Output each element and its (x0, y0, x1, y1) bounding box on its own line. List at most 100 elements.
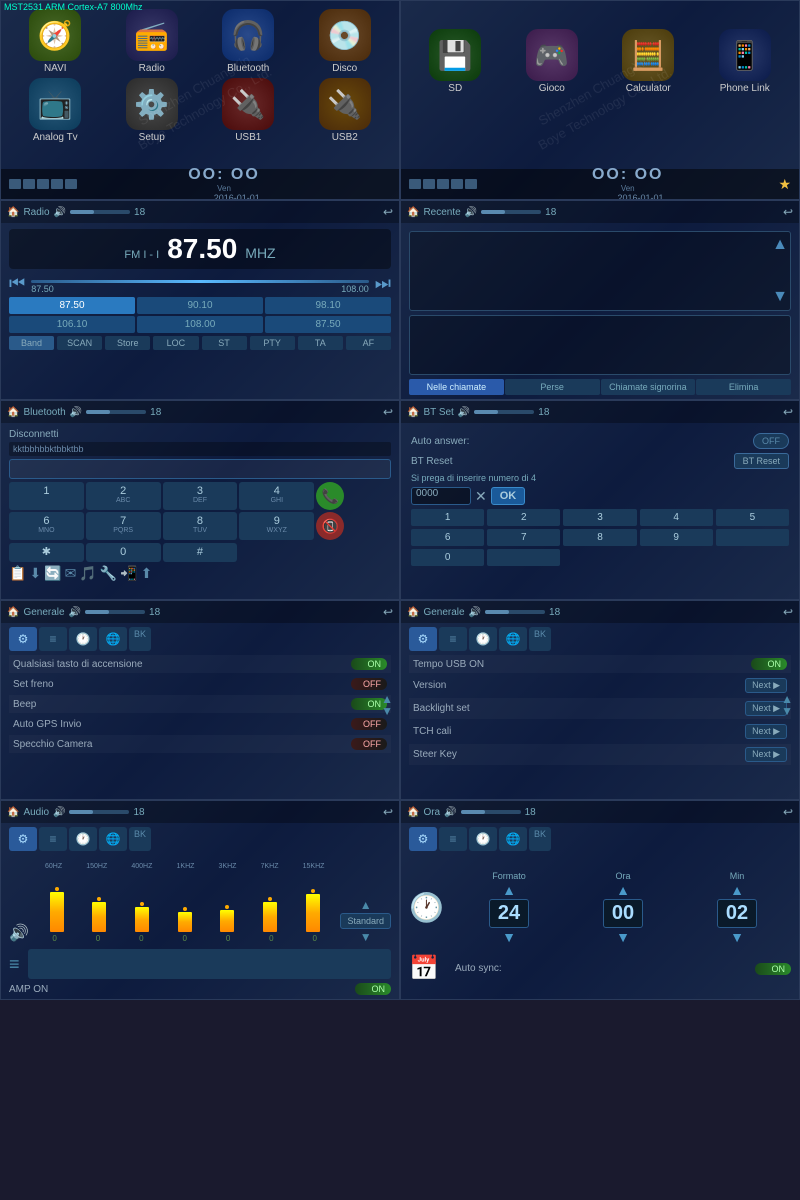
num-hash[interactable]: # (163, 543, 238, 562)
num-7[interactable]: 7PQRS (86, 512, 161, 540)
vol-slider-audio[interactable] (69, 810, 129, 814)
audio-tab-eq[interactable]: ≡ (39, 827, 67, 851)
formato-up[interactable]: ▲ (502, 883, 516, 897)
gen-r-tab-gear[interactable]: ⚙ (409, 627, 437, 651)
bt-upload-icon[interactable]: ⬆ (141, 565, 153, 582)
menu-item-usb1[interactable]: 🔌 USB1 (202, 78, 295, 143)
ns-6[interactable]: 6 (411, 529, 484, 546)
home-icon-gen-l[interactable]: 🏠 (7, 607, 19, 618)
ns-9[interactable]: 9 (640, 529, 713, 546)
vol-slider-recente[interactable] (481, 210, 541, 214)
rb-pty[interactable]: PTY (250, 336, 295, 350)
balance-bar[interactable] (28, 949, 391, 979)
rb-loc[interactable]: LOC (153, 336, 198, 350)
preset-2[interactable]: 90.10 (137, 297, 263, 314)
audio-tab-bk[interactable]: BK (129, 827, 151, 851)
gen-r-tab-clock[interactable]: 🕐 (469, 627, 497, 651)
eq-bar-4[interactable] (178, 907, 192, 932)
ns-4[interactable]: 4 (640, 509, 713, 526)
back-icon-recente[interactable]: ↩ (783, 205, 793, 219)
bt-dial-icon[interactable]: 📲 (120, 565, 137, 582)
preset-3[interactable]: 98.10 (265, 297, 391, 314)
rb-band[interactable]: Band (9, 336, 54, 350)
scroll-dn-gen-l[interactable]: ▼ (381, 705, 393, 717)
menu-item-gioco[interactable]: 🎮 Gioco (506, 29, 599, 94)
ora-dn[interactable]: ▼ (616, 930, 630, 944)
toggle-gps[interactable]: OFF (351, 718, 387, 730)
next-version[interactable]: Next ▶ (745, 678, 787, 693)
rb-ta[interactable]: TA (298, 336, 343, 350)
audio-tab-clock[interactable]: 🕐 (69, 827, 97, 851)
ora-tab-gear[interactable]: ⚙ (409, 827, 437, 851)
ora-up[interactable]: ▲ (616, 883, 630, 897)
bt-transfer-icon[interactable]: 🔄 (44, 565, 61, 582)
ok-button[interactable]: OK (491, 487, 526, 505)
back-icon-gen-l[interactable]: ↩ (383, 605, 393, 619)
ns-8[interactable]: 8 (563, 529, 636, 546)
back-icon-btset[interactable]: ↩ (783, 405, 793, 419)
home-icon-gen-r[interactable]: 🏠 (407, 607, 419, 618)
min-dn[interactable]: ▼ (730, 930, 744, 944)
back-icon-bt[interactable]: ↩ (383, 405, 393, 419)
prev-btn[interactable]: ⏮ (9, 273, 25, 294)
num-2[interactable]: 2ABC (86, 482, 161, 510)
ora-tab-globe[interactable]: 🌐 (499, 827, 527, 851)
menu-item-phonelink[interactable]: 📱 Phone Link (699, 29, 792, 94)
toggle-freno[interactable]: OFF (351, 678, 387, 690)
bt-disconn-label[interactable]: Disconnetti (9, 429, 391, 440)
vol-slider-bt[interactable] (86, 410, 146, 414)
rb-store[interactable]: Store (105, 336, 150, 350)
eq-bar-5[interactable] (220, 905, 234, 932)
num-1[interactable]: 1 (9, 482, 84, 510)
num-star[interactable]: ✱ (9, 543, 84, 562)
gen-r-tab-bk[interactable]: BK (529, 627, 551, 651)
bt-music-icon[interactable]: 🎵 (79, 565, 96, 582)
menu-item-bluetooth[interactable]: 🎧 Bluetooth (202, 9, 295, 74)
bt-input[interactable] (9, 459, 391, 479)
menu-item-calculator[interactable]: 🧮 Calculator (602, 29, 695, 94)
preset-5[interactable]: 108.00 (137, 316, 263, 333)
ns-7[interactable]: 7 (487, 529, 560, 546)
ns-0[interactable]: 0 (411, 549, 484, 566)
eq-scroll-up[interactable]: ▲ (360, 899, 372, 911)
home-icon-radio[interactable]: 🏠 (7, 207, 19, 218)
next-freq-btn[interactable]: ⏭ (375, 273, 391, 294)
bt-contacts-icon[interactable]: 📋 (9, 565, 26, 582)
home-icon-ora[interactable]: 🏠 (407, 807, 419, 818)
gen-tab-eq[interactable]: ≡ (39, 627, 67, 651)
bt-msg-icon[interactable]: ✉ (65, 565, 77, 582)
pin-input[interactable]: 0000 (411, 487, 471, 505)
tab-nelle-chiamate[interactable]: Nelle chiamate (409, 379, 504, 395)
amp-toggle[interactable]: ON (355, 983, 391, 995)
home-icon-audio[interactable]: 🏠 (7, 807, 19, 818)
gen-tab-globe[interactable]: 🌐 (99, 627, 127, 651)
back-icon-ora[interactable]: ↩ (783, 805, 793, 819)
preset-1[interactable]: 87.50 (9, 297, 135, 314)
eq-scroll-dn[interactable]: ▼ (360, 931, 372, 943)
preset-6[interactable]: 87.50 (265, 316, 391, 333)
vol-slider-btset[interactable] (474, 410, 534, 414)
ora-tab-bk[interactable]: BK (529, 827, 551, 851)
gen-r-tab-eq[interactable]: ≡ (439, 627, 467, 651)
num-0[interactable]: 0 (86, 543, 161, 562)
eq-bar-6[interactable] (263, 897, 277, 932)
ns-3[interactable]: 3 (563, 509, 636, 526)
vol-slider-ora[interactable] (461, 810, 521, 814)
ns-5[interactable]: 5 (716, 509, 789, 526)
scroll-down-btn[interactable]: ▼ (772, 288, 788, 306)
eq-bar-7[interactable] (306, 889, 320, 932)
scroll-dn-gen-r[interactable]: ▼ (781, 705, 793, 717)
rb-af[interactable]: AF (346, 336, 391, 350)
num-8[interactable]: 8TUV (163, 512, 238, 540)
ora-tab-clock[interactable]: 🕐 (469, 827, 497, 851)
scroll-up-btn[interactable]: ▲ (772, 236, 788, 254)
ora-tab-eq[interactable]: ≡ (439, 827, 467, 851)
ns-2[interactable]: 2 (487, 509, 560, 526)
eq-bar-3[interactable] (135, 902, 149, 932)
auto-answer-toggle[interactable]: OFF (753, 433, 789, 449)
bt-reset-btn[interactable]: BT Reset (734, 453, 789, 469)
standard-btn[interactable]: Standard (340, 913, 391, 929)
back-icon-audio[interactable]: ↩ (383, 805, 393, 819)
next-tch[interactable]: Next ▶ (745, 724, 787, 739)
vol-slider-radio[interactable] (70, 210, 130, 214)
